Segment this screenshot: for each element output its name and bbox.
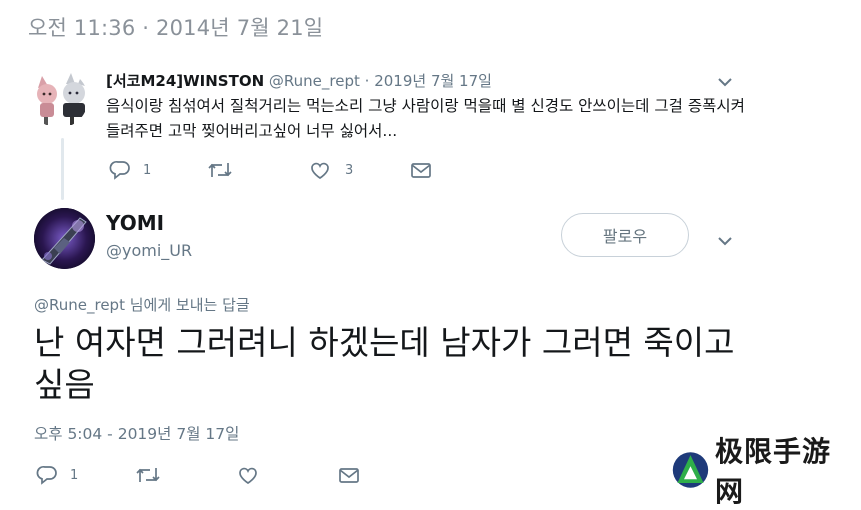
message-icon	[338, 465, 360, 485]
avatar-illustration	[30, 70, 88, 128]
main-tweet-time[interactable]: 오후 5:04 - 2019년 7월 17일	[34, 422, 239, 444]
replying-to-handle[interactable]: @Rune_rept	[34, 296, 125, 314]
reply-icon	[109, 160, 131, 180]
retweet-icon	[207, 160, 233, 180]
follow-button[interactable]: 팔로우	[561, 213, 689, 257]
main-retweet-action[interactable]	[135, 465, 161, 485]
parent-date[interactable]: · 2019년 7월 17일	[365, 72, 492, 90]
main-reply-count: 1	[70, 467, 79, 483]
parent-tweet-header: [서코M24]WINSTON @Rune_rept · 2019년 7월 17일	[106, 70, 492, 91]
watermark-logo-icon	[670, 450, 711, 490]
main-display-name[interactable]: YOMI	[106, 211, 164, 235]
parent-avatar[interactable]	[30, 70, 88, 128]
main-reply-action[interactable]: 1	[36, 465, 78, 485]
replying-to-suffix: 님에게 보내는 답글	[124, 296, 250, 314]
watermark-text: 极限手游网	[714, 435, 831, 508]
parent-handle[interactable]: @Rune_rept	[269, 72, 360, 90]
replying-to-line: @Rune_rept 님에게 보내는 답글	[34, 294, 250, 315]
main-handle[interactable]: @yomi_UR	[106, 241, 192, 260]
parent-reply-action[interactable]: 1	[109, 160, 151, 180]
main-avatar[interactable]	[34, 208, 95, 269]
parent-tweet-text: 음식이랑 침섞여서 질척거리는 먹는소리 그냥 사람이랑 먹을때 별 신경도 안…	[106, 97, 745, 140]
parent-retweet-action[interactable]	[207, 160, 233, 180]
main-message-action[interactable]	[338, 465, 360, 485]
reply-icon	[36, 465, 58, 485]
site-watermark: 极限手游网	[670, 435, 850, 508]
parent-like-action[interactable]: 3	[309, 160, 353, 180]
thread-connector-line	[61, 138, 64, 200]
like-icon	[237, 465, 259, 485]
parent-display-name[interactable]: [서코M24]WINSTON	[106, 72, 264, 90]
chevron-down-icon[interactable]	[716, 74, 734, 88]
parent-reply-count: 1	[143, 162, 152, 178]
retweet-icon	[135, 465, 161, 485]
message-icon	[410, 160, 432, 180]
avatar-illustration	[34, 208, 95, 269]
header-timestamp: 오전 11:36 · 2014년 7월 21일	[28, 16, 324, 40]
chevron-down-icon[interactable]	[716, 233, 734, 247]
parent-like-count: 3	[345, 162, 354, 178]
main-tweet-text: 난 여자면 그러려니 하겠는데 남자가 그러면 죽이고싶음	[34, 323, 735, 404]
main-like-action[interactable]	[237, 465, 259, 485]
like-icon	[309, 160, 331, 180]
parent-message-action[interactable]	[410, 160, 432, 180]
